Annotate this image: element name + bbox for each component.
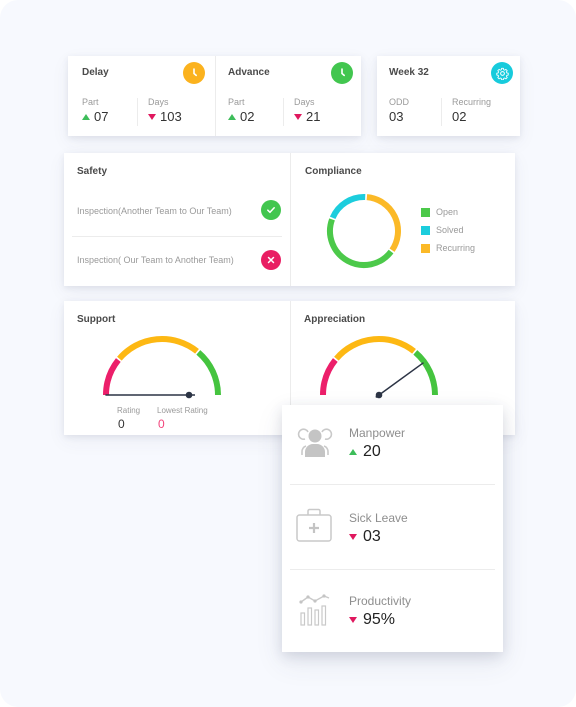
trend-down-icon bbox=[148, 113, 156, 120]
week-title: Week 32 bbox=[389, 67, 429, 78]
delay-title: Delay bbox=[82, 67, 109, 78]
trend-up-icon bbox=[349, 449, 357, 455]
donut-slice-recurring bbox=[366, 194, 401, 252]
legend-open: Open bbox=[421, 207, 458, 217]
legend-swatch-solved bbox=[421, 225, 430, 235]
divider bbox=[290, 484, 495, 485]
trend-down-icon bbox=[349, 534, 357, 540]
support-gauge bbox=[103, 336, 221, 399]
compliance-title: Compliance bbox=[305, 166, 362, 177]
kpi-card: Manpower 20 Sick Leave 03 Productivity 9… bbox=[282, 405, 503, 652]
productivity-number: 95% bbox=[363, 611, 396, 628]
legend-label-open: Open bbox=[436, 207, 459, 217]
advance-part-label: Part bbox=[228, 97, 245, 107]
sick-leave-number: 03 bbox=[363, 528, 381, 545]
inspection-incoming-label: Inspection(Another Team to Our Team) bbox=[77, 206, 232, 216]
support-gauge-needle-hub bbox=[185, 391, 193, 399]
appreciation-gauge-band-low bbox=[320, 358, 338, 396]
divider bbox=[137, 98, 138, 126]
delay-days-number: 103 bbox=[160, 109, 182, 124]
people-icon bbox=[297, 428, 333, 457]
close-icon bbox=[261, 250, 281, 270]
safety-title: Safety bbox=[77, 166, 108, 177]
lowest-rating-label: Lowest Rating bbox=[157, 406, 208, 415]
support-title: Support bbox=[77, 314, 116, 325]
advance-days-number: 21 bbox=[306, 109, 321, 124]
trend-down-icon bbox=[349, 617, 357, 623]
odd-label: ODD bbox=[389, 97, 409, 107]
appreciation-gauge-band-medium bbox=[334, 336, 416, 361]
delay-part-value: 07 bbox=[82, 109, 108, 124]
bar-line-chart-icon bbox=[299, 594, 330, 626]
legend-solved: Solved bbox=[421, 225, 464, 235]
productivity-label: Productivity bbox=[349, 594, 412, 608]
trend-up-icon bbox=[82, 113, 90, 120]
support-gauge-band-medium bbox=[117, 336, 199, 361]
donut-slice-solved bbox=[329, 194, 366, 220]
delay-part-label: Part bbox=[82, 97, 99, 107]
safety-compliance-card: Safety Inspection(Another Team to Our Te… bbox=[64, 153, 515, 286]
legend-recurring: Recurring bbox=[421, 243, 475, 253]
trend-up-icon bbox=[228, 113, 236, 120]
first-aid-kit-icon bbox=[296, 508, 332, 542]
appreciation-gauge-needle bbox=[375, 362, 424, 398]
week-card: Week 32 ODD 03 Recurring 02 bbox=[377, 56, 520, 136]
divider bbox=[215, 56, 216, 136]
manpower-value: 20 bbox=[349, 443, 381, 461]
rating-value: 0 bbox=[118, 417, 125, 431]
divider bbox=[283, 98, 284, 126]
advance-days-value: 21 bbox=[294, 109, 320, 124]
delay-advance-card: Delay Part 07 Days 103 Advance Part 02 D… bbox=[68, 56, 361, 136]
divider bbox=[441, 98, 442, 126]
legend-swatch-open bbox=[421, 207, 430, 217]
delay-days-label: Days bbox=[148, 97, 169, 107]
support-gauge-band-low bbox=[103, 358, 121, 396]
clock-icon bbox=[331, 62, 353, 84]
gear-icon[interactable] bbox=[491, 62, 513, 84]
legend-swatch-recurring bbox=[421, 243, 430, 253]
recurring-label: Recurring bbox=[452, 97, 492, 107]
sick-leave-value: 03 bbox=[349, 528, 381, 546]
divider bbox=[290, 153, 291, 286]
support-gauge-band-high bbox=[196, 350, 221, 396]
legend-label-solved: Solved bbox=[436, 225, 464, 235]
rating-label: Rating bbox=[117, 406, 141, 415]
delay-part-number: 07 bbox=[94, 109, 109, 124]
appreciation-gauge-band-high bbox=[413, 350, 438, 396]
appreciation-title: Appreciation bbox=[304, 314, 366, 325]
lowest-rating-value: 0 bbox=[158, 417, 165, 431]
advance-part-value: 02 bbox=[228, 109, 254, 124]
manpower-number: 20 bbox=[363, 443, 381, 460]
productivity-value: 95% bbox=[349, 611, 395, 629]
compliance-donut-chart bbox=[327, 194, 401, 268]
advance-days-label: Days bbox=[294, 97, 315, 107]
appreciation-gauge bbox=[320, 336, 438, 399]
trend-down-icon bbox=[294, 113, 302, 120]
appreciation-gauge-needle-hub bbox=[375, 391, 383, 399]
inspection-outgoing-label: Inspection( Our Team to Another Team) bbox=[77, 255, 234, 265]
divider bbox=[290, 569, 495, 570]
manpower-label: Manpower bbox=[349, 426, 406, 440]
advance-part-number: 02 bbox=[240, 109, 255, 124]
recurring-value: 02 bbox=[452, 109, 467, 124]
delay-days-value: 103 bbox=[148, 109, 182, 124]
donut-slice-open bbox=[327, 218, 394, 268]
sick-leave-label: Sick Leave bbox=[349, 511, 408, 525]
divider bbox=[72, 236, 282, 237]
check-icon bbox=[261, 200, 281, 220]
odd-value: 03 bbox=[389, 109, 404, 124]
advance-title: Advance bbox=[228, 67, 270, 78]
legend-label-recurring: Recurring bbox=[436, 243, 476, 253]
clock-icon bbox=[183, 62, 205, 84]
